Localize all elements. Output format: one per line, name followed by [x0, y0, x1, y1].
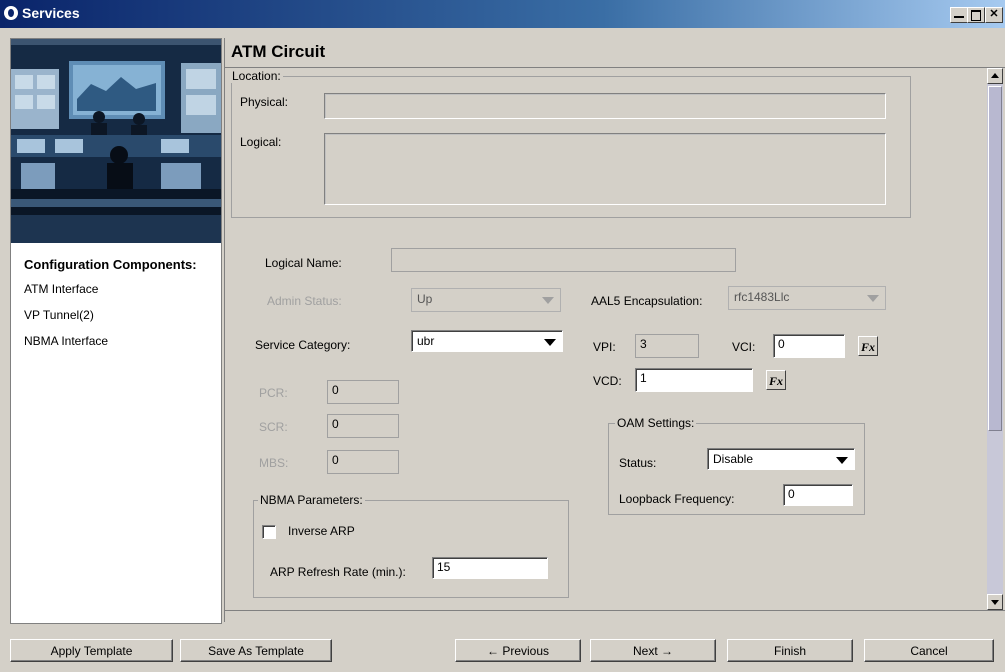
- inverse-arp-label: Inverse ARP: [288, 524, 355, 538]
- arp-refresh-input[interactable]: 15: [432, 557, 548, 579]
- aal5-select[interactable]: rfc1483Llc: [728, 286, 886, 310]
- scroll-down-button[interactable]: [987, 594, 1003, 610]
- save-as-template-button[interactable]: Save As Template: [180, 639, 332, 662]
- oam-status-label: Status:: [619, 456, 657, 470]
- page-title: ATM Circuit: [231, 42, 326, 61]
- left-panel: Configuration Components: ATM Interface …: [10, 38, 222, 624]
- inverse-arp-checkbox[interactable]: [262, 525, 276, 539]
- minimize-icon: [954, 16, 964, 18]
- physical-label: Physical:: [240, 95, 289, 109]
- loopback-frequency-input[interactable]: 0: [783, 484, 853, 506]
- cancel-button[interactable]: Cancel: [864, 639, 994, 662]
- oam-settings-group: OAM Settings: Status: Disable Loopback F…: [608, 416, 865, 515]
- mbs-field[interactable]: 0: [327, 450, 399, 474]
- vci-input[interactable]: 0: [773, 334, 845, 358]
- logical-field[interactable]: [324, 133, 886, 205]
- oam-settings-legend: OAM Settings:: [615, 416, 697, 430]
- vcd-fx-button[interactable]: Fx: [766, 370, 786, 390]
- arrow-down-icon: [991, 600, 999, 605]
- oam-status-select[interactable]: Disable: [707, 448, 855, 470]
- logical-name-input[interactable]: [391, 248, 736, 272]
- location-legend: Location:: [230, 69, 283, 83]
- oam-status-value: Disable: [713, 452, 754, 466]
- form-bottom-divider: [225, 610, 1005, 611]
- vci-fx-button[interactable]: Fx: [858, 336, 878, 356]
- admin-status-label: Admin Status:: [267, 294, 342, 308]
- close-button[interactable]: ✕: [985, 7, 1003, 23]
- services-app-icon: [4, 6, 18, 20]
- chevron-down-icon: [542, 297, 554, 304]
- config-item-atm-interface[interactable]: ATM Interface: [24, 282, 98, 296]
- location-group: Location: Physical: Logical:: [230, 69, 911, 218]
- chevron-down-icon: [867, 295, 879, 302]
- next-button[interactable]: Next →: [590, 639, 716, 662]
- control-room-image: [11, 39, 221, 243]
- previous-button[interactable]: ← Previous: [455, 639, 581, 662]
- scrollbar-thumb[interactable]: [988, 86, 1002, 431]
- vpi-field[interactable]: 3: [635, 334, 699, 358]
- mbs-label: MBS:: [259, 456, 289, 470]
- maximize-icon: [971, 10, 981, 21]
- aal5-label: AAL5 Encapsulation:: [591, 294, 703, 308]
- title-bar[interactable]: Services ✕: [0, 0, 1005, 28]
- logical-label: Logical:: [240, 135, 282, 149]
- maximize-button[interactable]: [967, 7, 985, 23]
- scr-label: SCR:: [259, 420, 288, 434]
- arp-refresh-label: ARP Refresh Rate (min.):: [270, 565, 406, 579]
- logical-name-label: Logical Name:: [265, 256, 342, 270]
- pcr-label: PCR:: [259, 386, 288, 400]
- config-components-heading: Configuration Components:: [24, 257, 197, 272]
- close-icon: ✕: [989, 8, 999, 20]
- service-category-value: ubr: [417, 334, 435, 348]
- arrow-up-icon: [991, 73, 999, 78]
- vcd-input[interactable]: 1: [635, 368, 753, 392]
- nbma-parameters-legend: NBMA Parameters:: [258, 493, 365, 507]
- config-item-nbma-interface[interactable]: NBMA Interface: [24, 334, 108, 348]
- pcr-field[interactable]: 0: [327, 380, 399, 404]
- admin-status-select[interactable]: Up: [411, 288, 561, 312]
- scr-field[interactable]: 0: [327, 414, 399, 438]
- vci-label: VCI:: [732, 340, 756, 354]
- aal5-value: rfc1483Llc: [734, 290, 790, 304]
- config-item-vp-tunnel[interactable]: VP Tunnel(2): [24, 308, 94, 322]
- minimize-button[interactable]: [950, 7, 968, 23]
- loopback-frequency-label: Loopback Frequency:: [619, 492, 735, 506]
- vertical-scrollbar[interactable]: [987, 68, 1003, 610]
- service-category-label: Service Category:: [255, 338, 351, 352]
- nbma-parameters-group: NBMA Parameters: Inverse ARP ARP Refresh…: [253, 493, 569, 598]
- finish-button[interactable]: Finish: [727, 639, 853, 662]
- form-scroll-area: Location: Physical: Logical: Logical Nam…: [225, 68, 985, 610]
- main-panel: ATM Circuit Location: Physical: Logical:…: [224, 38, 1005, 622]
- chevron-down-icon: [836, 457, 848, 464]
- scroll-up-button[interactable]: [987, 68, 1003, 84]
- vcd-label: VCD:: [593, 374, 622, 388]
- vpi-label: VPI:: [593, 340, 616, 354]
- physical-field[interactable]: [324, 93, 886, 119]
- service-category-select[interactable]: ubr: [411, 330, 563, 352]
- chevron-down-icon: [544, 339, 556, 346]
- apply-template-button[interactable]: Apply Template: [10, 639, 173, 662]
- window-title: Services: [22, 5, 80, 21]
- admin-status-value: Up: [417, 292, 433, 306]
